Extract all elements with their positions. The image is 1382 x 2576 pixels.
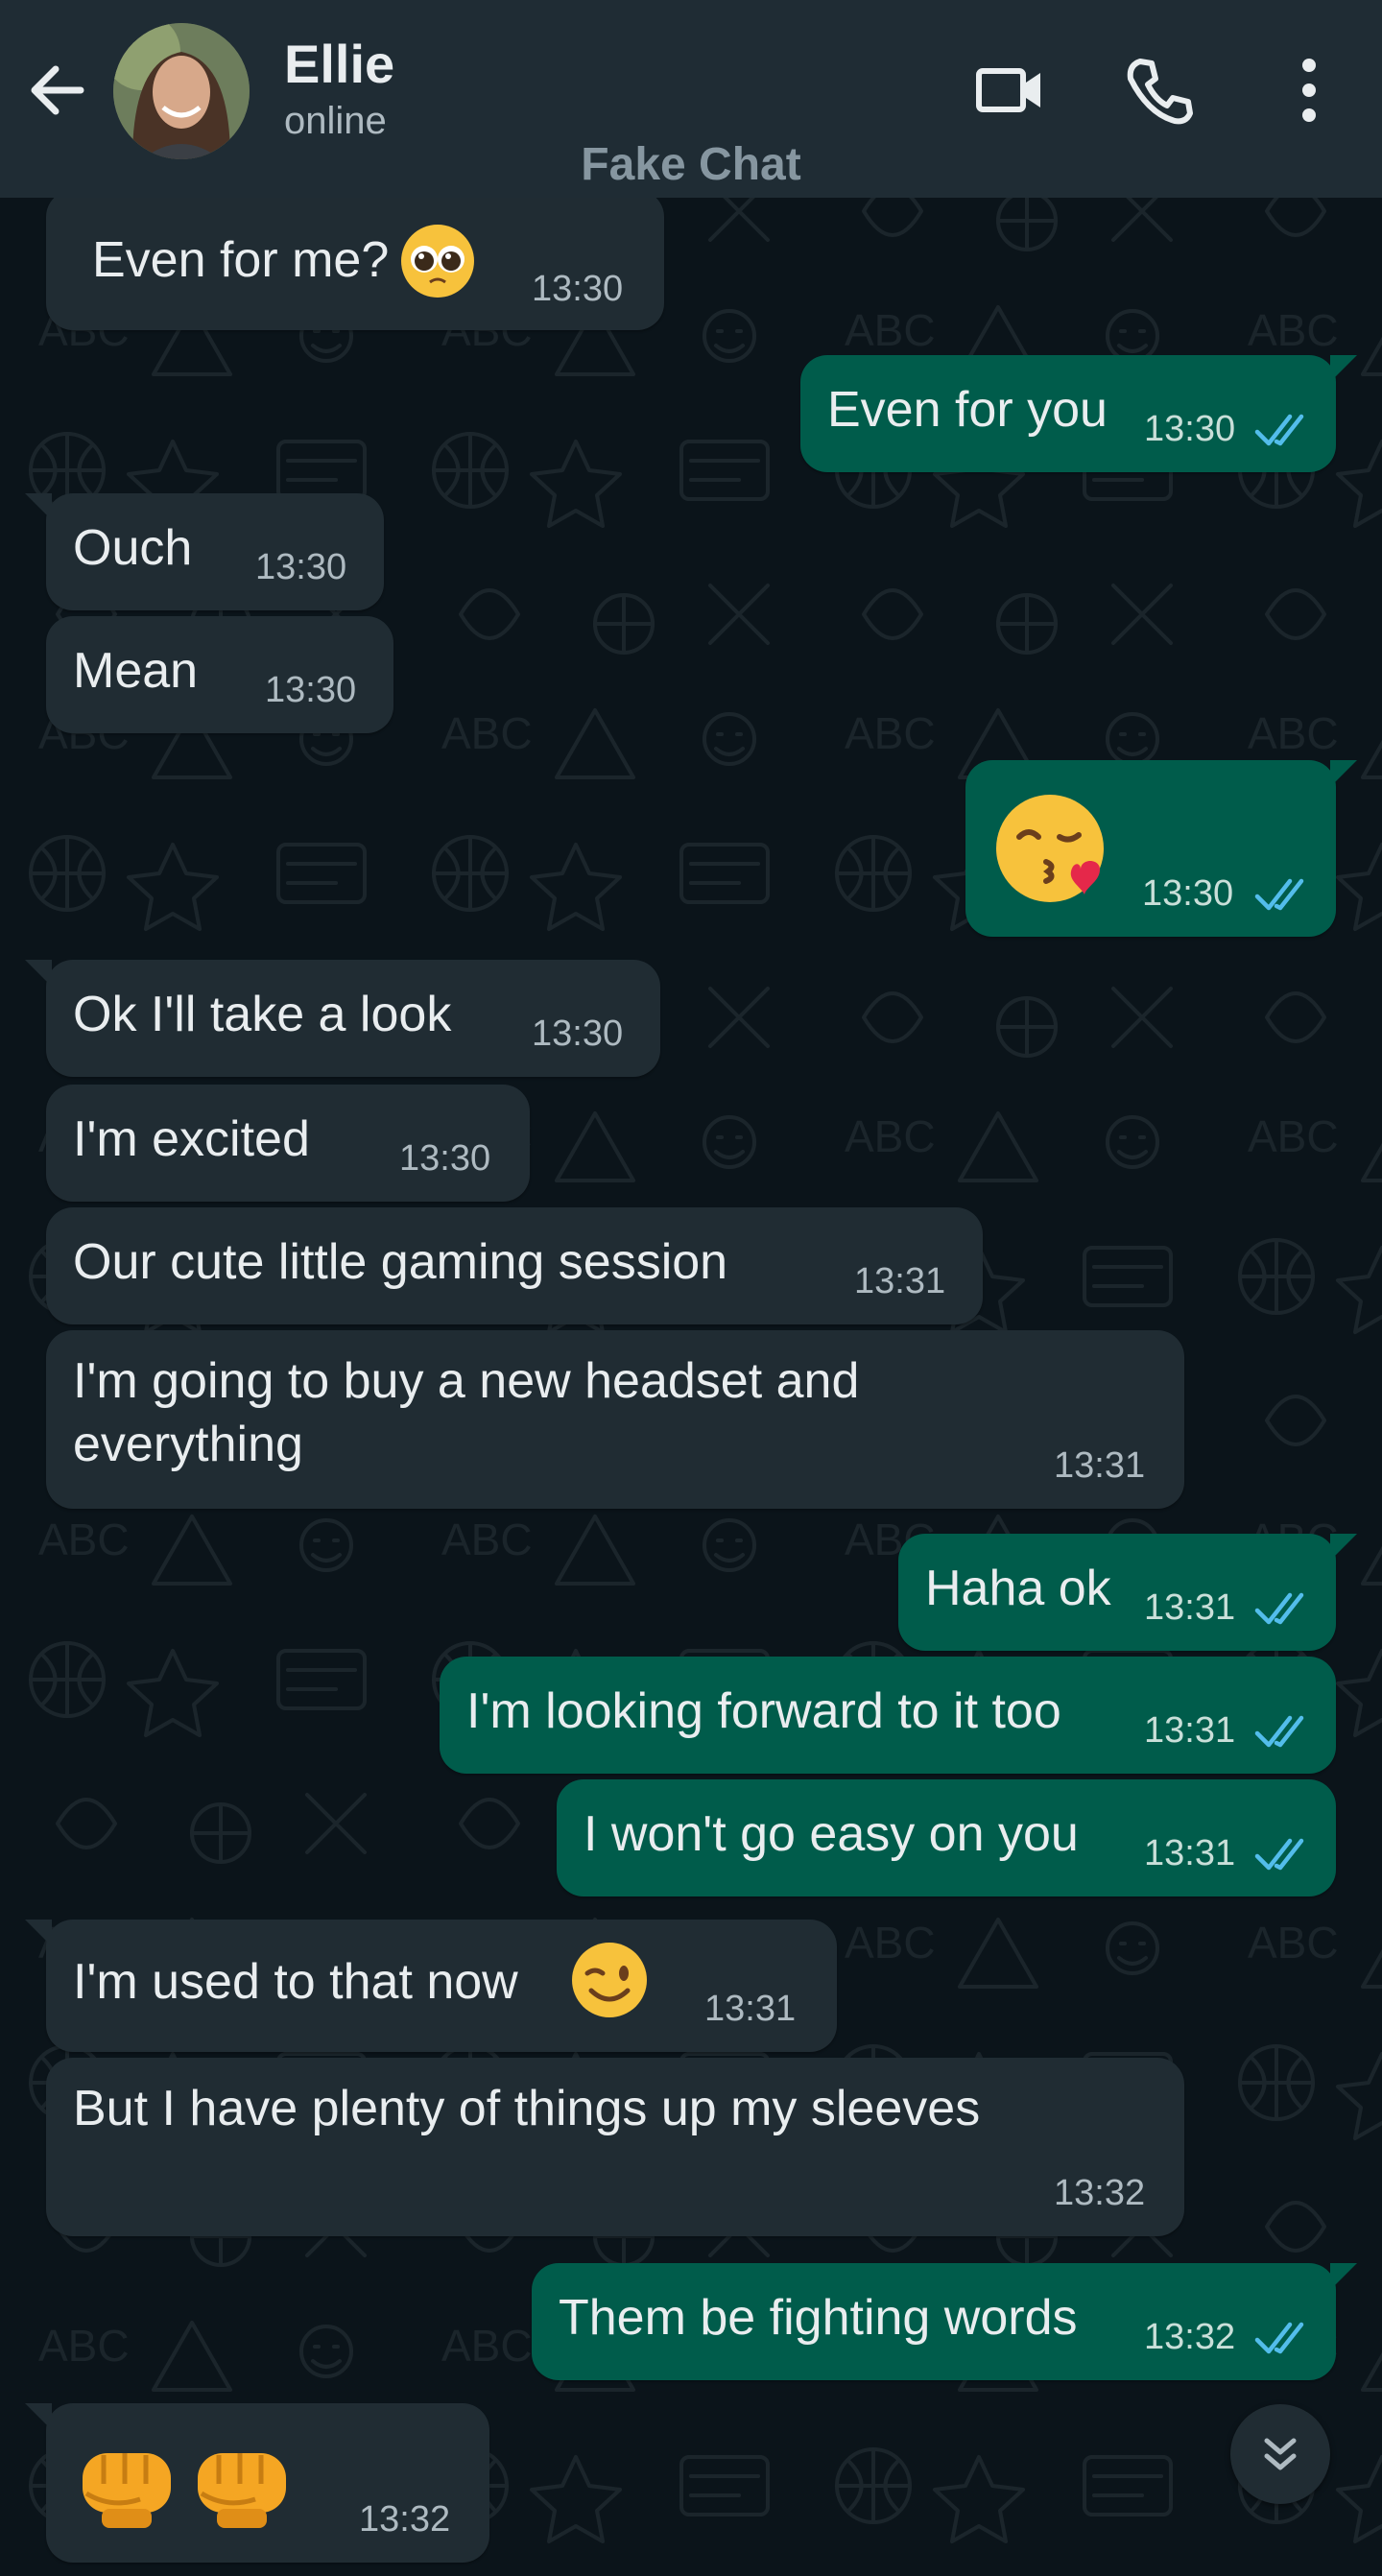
message-outgoing[interactable]: Haha ok 13:31 [898, 1534, 1357, 1651]
message-incoming[interactable]: Ouch 13:30 [25, 493, 384, 610]
contact-status: online [284, 100, 387, 142]
winking-face-icon [572, 1943, 647, 2017]
pleading-face-icon [401, 225, 474, 298]
message-text: Even for me? [92, 232, 390, 288]
message-time: 13:32 [1144, 2317, 1236, 2357]
read-ticks-icon [1254, 878, 1304, 911]
message-time: 13:32 [1054, 2173, 1146, 2213]
message-text: Even for you [827, 382, 1108, 438]
message-text: Ouch [73, 520, 193, 576]
read-ticks-icon [1254, 1592, 1304, 1625]
oncoming-fist-icon [198, 2453, 286, 2528]
message-outgoing[interactable]: Even for you 13:30 [800, 355, 1357, 472]
contact-name[interactable]: Ellie [284, 33, 394, 95]
video-camera-icon[interactable] [969, 50, 1050, 131]
oncoming-fist-icon [83, 2453, 171, 2528]
read-ticks-icon [1254, 2322, 1304, 2354]
message-text-line-2: everything [73, 1417, 303, 1472]
double-chevron-down-icon [1264, 2438, 1297, 2470]
message-text: I'm excited [73, 1111, 310, 1167]
message-time: 13:31 [854, 1261, 946, 1301]
message-outgoing[interactable]: Them be fighting words 13:32 [532, 2263, 1357, 2380]
message-text: But I have plenty of things up my sleeve… [73, 2081, 981, 2136]
message-time: 13:32 [359, 2499, 451, 2540]
message-text: Our cute little gaming session [73, 1234, 728, 1290]
scroll-to-bottom-button[interactable] [1230, 2404, 1330, 2504]
message-incoming[interactable]: I'm excited 13:30 [46, 1085, 530, 1202]
message-outgoing[interactable]: I won't go easy on you 13:31 [557, 1779, 1336, 1896]
message-incoming[interactable]: Ok I'll take a look 13:30 [25, 960, 660, 1077]
message-time: 13:31 [704, 1989, 797, 2029]
message-text: Mean [73, 643, 199, 699]
message-text: Haha ok [925, 1561, 1111, 1616]
message-time: 13:30 [265, 670, 357, 710]
message-incoming[interactable]: I'm used to that now 13:31 [25, 1920, 837, 2052]
message-text-line-1: I'm going to buy a new headset and [73, 1353, 860, 1409]
message-time: 13:30 [532, 269, 624, 309]
face-blowing-a-kiss-icon [996, 795, 1104, 902]
message-time: 13:31 [1054, 1445, 1146, 1486]
more-vertical-icon[interactable] [1269, 50, 1349, 131]
read-ticks-icon [1254, 1715, 1304, 1748]
phone-icon[interactable] [1119, 50, 1200, 131]
message-time: 13:30 [532, 1014, 624, 1054]
message-incoming[interactable]: Even for me? 13:30 [46, 190, 664, 330]
message-time: 13:30 [1144, 409, 1236, 449]
message-incoming[interactable]: Our cute little gaming session 13:31 [46, 1207, 983, 1324]
message-text: I won't go easy on you [584, 1806, 1079, 1862]
message-time: 13:30 [399, 1138, 491, 1179]
message-incoming[interactable]: 13:32 [25, 2403, 489, 2563]
message-outgoing[interactable]: 13:30 [965, 760, 1357, 937]
message-time: 13:31 [1144, 1587, 1236, 1628]
message-incoming[interactable]: Mean 13:30 [46, 616, 393, 733]
chat-header: Ellie online Fake Chat [0, 0, 1382, 198]
message-time: 13:31 [1144, 1833, 1236, 1873]
message-text: Ok I'll take a look [73, 987, 452, 1042]
read-ticks-icon [1254, 1838, 1304, 1871]
message-incoming[interactable]: I'm going to buy a new headset and every… [46, 1330, 1184, 1509]
arrow-left-icon[interactable] [23, 56, 92, 125]
message-text: Them be fighting words [559, 2290, 1078, 2346]
message-time: 13:30 [1142, 873, 1234, 914]
message-text: I'm used to that now [73, 1954, 518, 2010]
message-time: 13:31 [1144, 1710, 1236, 1751]
message-incoming[interactable]: But I have plenty of things up my sleeve… [46, 2058, 1184, 2236]
message-text: I'm looking forward to it too [466, 1683, 1061, 1739]
brand-watermark: Fake Chat [581, 139, 801, 190]
message-outgoing[interactable]: I'm looking forward to it too 13:31 [440, 1657, 1336, 1774]
read-ticks-icon [1254, 414, 1304, 446]
message-time: 13:30 [255, 547, 347, 587]
